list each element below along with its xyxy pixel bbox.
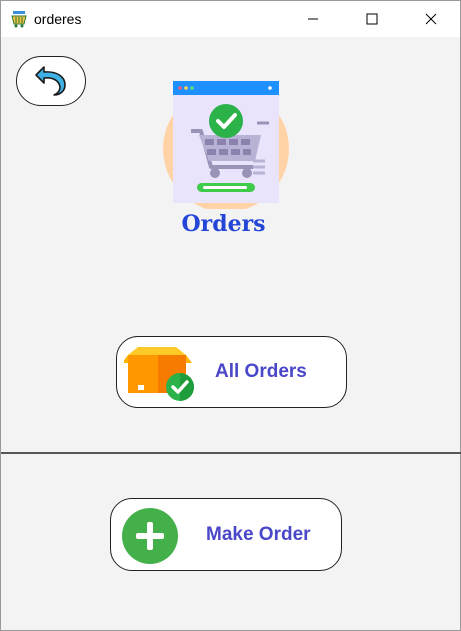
close-icon [425,13,437,25]
all-orders-label: All Orders [215,361,307,382]
app-window: orderes Orders All Orders Make Order [0,0,461,631]
close-button[interactable] [408,1,454,37]
all-orders-button[interactable]: All Orders [116,336,347,408]
plus-circle-icon [121,507,179,565]
make-order-button[interactable]: Make Order [110,498,342,571]
section-divider [1,452,461,454]
minimize-icon [308,18,318,20]
maximize-button[interactable] [349,1,395,37]
app-icon [10,10,28,28]
shopping-cart-check-icon [163,81,289,212]
page-title: Orders [181,211,266,237]
back-button[interactable] [16,56,86,106]
title-bar[interactable]: orderes [1,1,460,37]
make-order-label: Make Order [206,523,311,545]
box-check-icon [122,345,196,403]
window-title: orderes [34,11,82,27]
orders-hero-illustration [161,79,291,212]
minimize-button[interactable] [290,1,336,37]
maximize-icon [366,13,378,25]
back-arrow-icon [35,66,66,96]
